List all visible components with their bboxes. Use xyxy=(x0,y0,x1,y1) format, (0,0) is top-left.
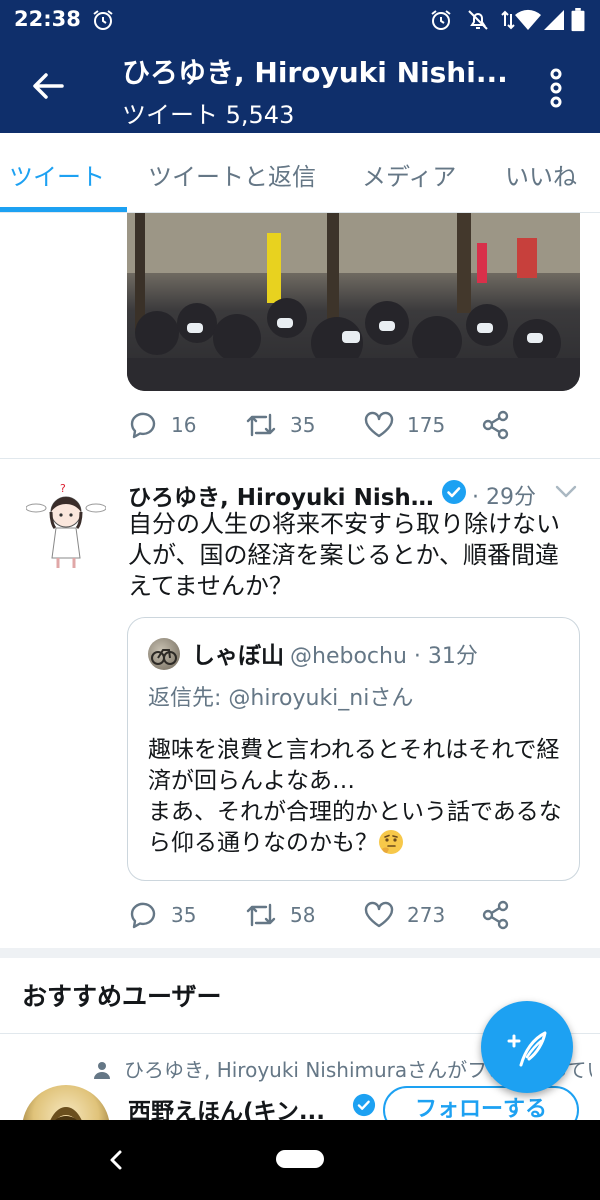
share-icon xyxy=(482,900,509,930)
heart-icon xyxy=(364,901,394,928)
compose-tweet-button[interactable] xyxy=(481,1001,573,1093)
tab-tweets-and-replies[interactable]: ツイートと返信 xyxy=(148,157,316,192)
tab-likes[interactable]: いいね xyxy=(505,157,577,192)
quoted-tweet[interactable]: しゃぼ山 @hebochu · 31分 返信先: @hiroyuki_niさん … xyxy=(127,617,580,881)
nav-back-icon[interactable] xyxy=(104,1148,128,1172)
alarm-icon xyxy=(93,10,113,30)
retweet-icon xyxy=(246,413,276,437)
share-button[interactable] xyxy=(481,407,523,443)
retweet-count: 58 xyxy=(290,903,316,927)
reply-icon xyxy=(130,412,156,439)
wifi-icon xyxy=(515,9,541,30)
retweet-icon xyxy=(246,903,276,927)
status-time: 22:38 xyxy=(14,7,81,31)
section-separator xyxy=(0,948,600,958)
tweet-count: ツイート 5,543 xyxy=(122,101,295,129)
like-count: 273 xyxy=(407,903,446,927)
quoted-text-line-2: まあ、それが合理的かという話であるなら仰る通りなのかも？ xyxy=(148,797,568,859)
tweet-author-name[interactable]: ひろゆき, Hiroyuki Nishim... xyxy=(128,478,438,512)
verified-badge-icon xyxy=(352,1093,376,1117)
back-arrow-icon[interactable] xyxy=(28,66,68,106)
quoted-text-line: まあ、それが合理的かという話であるなら仰る通りなのかも？ xyxy=(148,799,562,856)
compose-feather-icon xyxy=(507,1031,547,1067)
thinking-face-icon xyxy=(379,830,403,854)
do-not-disturb-icon xyxy=(468,10,488,30)
quoted-tweet-text: 趣味を浪費と言われるとそれはそれで経済が回らんよなあ… まあ、それが合理的かとい… xyxy=(148,735,568,859)
system-navigation-bar xyxy=(0,1120,600,1200)
status-bar: 22:38 xyxy=(0,0,600,40)
tweet-actions: 16 35 175 xyxy=(127,407,547,443)
reply-icon xyxy=(130,902,156,929)
reply-to-label: 返信先: @hiroyuki_niさん xyxy=(148,686,414,711)
user-avatar[interactable]: ? xyxy=(26,478,106,573)
like-button[interactable]: 273 xyxy=(363,897,445,933)
signal-icon xyxy=(544,10,564,30)
tweet-media-image[interactable] xyxy=(127,213,580,391)
battery-icon xyxy=(571,8,585,32)
tweet-actions: 35 58 273 xyxy=(127,897,547,933)
reply-button[interactable]: 35 xyxy=(127,897,196,933)
nav-home-pill[interactable] xyxy=(276,1150,324,1168)
retweet-button[interactable]: 35 xyxy=(244,407,315,443)
quoted-user-avatar xyxy=(148,638,180,670)
like-count: 175 xyxy=(407,413,446,437)
retweet-button[interactable]: 58 xyxy=(244,897,315,933)
profile-tabs: ツイート ツイートと返信 メディア いいね xyxy=(0,133,600,213)
reply-button[interactable]: 16 xyxy=(127,407,196,443)
verified-badge-icon xyxy=(442,480,466,504)
alarm-icon xyxy=(431,10,451,30)
bicycle-photo xyxy=(151,649,177,665)
quoted-user-handle: @hebochu · 31分 xyxy=(290,644,478,669)
quoted-text-line: 趣味を浪費と言われるとそれはそれで経済が回らんよなあ… xyxy=(148,737,560,794)
heart-icon xyxy=(364,411,394,438)
profile-title: ひろゆき, Hiroyuki Nishi... xyxy=(122,56,508,89)
share-icon xyxy=(482,410,509,440)
active-tab-indicator xyxy=(0,207,127,212)
tab-media[interactable]: メディア xyxy=(362,157,456,192)
chevron-down-icon[interactable] xyxy=(554,482,578,500)
recommended-users-heading: おすすめユーザー xyxy=(22,982,222,1011)
more-options-icon[interactable] xyxy=(540,68,572,108)
person-icon xyxy=(94,1062,110,1079)
app-bar: ひろゆき, Hiroyuki Nishi... ツイート 5,543 xyxy=(0,40,600,133)
tab-tweets[interactable]: ツイート xyxy=(9,157,105,192)
like-button[interactable]: 175 xyxy=(363,407,445,443)
tweet-divider xyxy=(0,458,600,459)
reply-count: 16 xyxy=(171,413,197,437)
crowd-photo xyxy=(127,213,580,391)
share-button[interactable] xyxy=(481,897,523,933)
quoted-user-name: しゃぼ山 xyxy=(192,643,284,669)
svg-text:?: ? xyxy=(60,482,66,495)
retweet-count: 35 xyxy=(290,413,316,437)
tweet-text: 自分の人生の将来不安すら取り除けない人が、国の経済を案じるとか、順番間違えてませ… xyxy=(128,510,560,600)
tweet-timestamp: · 29分 xyxy=(472,485,536,510)
reply-count: 35 xyxy=(171,903,197,927)
